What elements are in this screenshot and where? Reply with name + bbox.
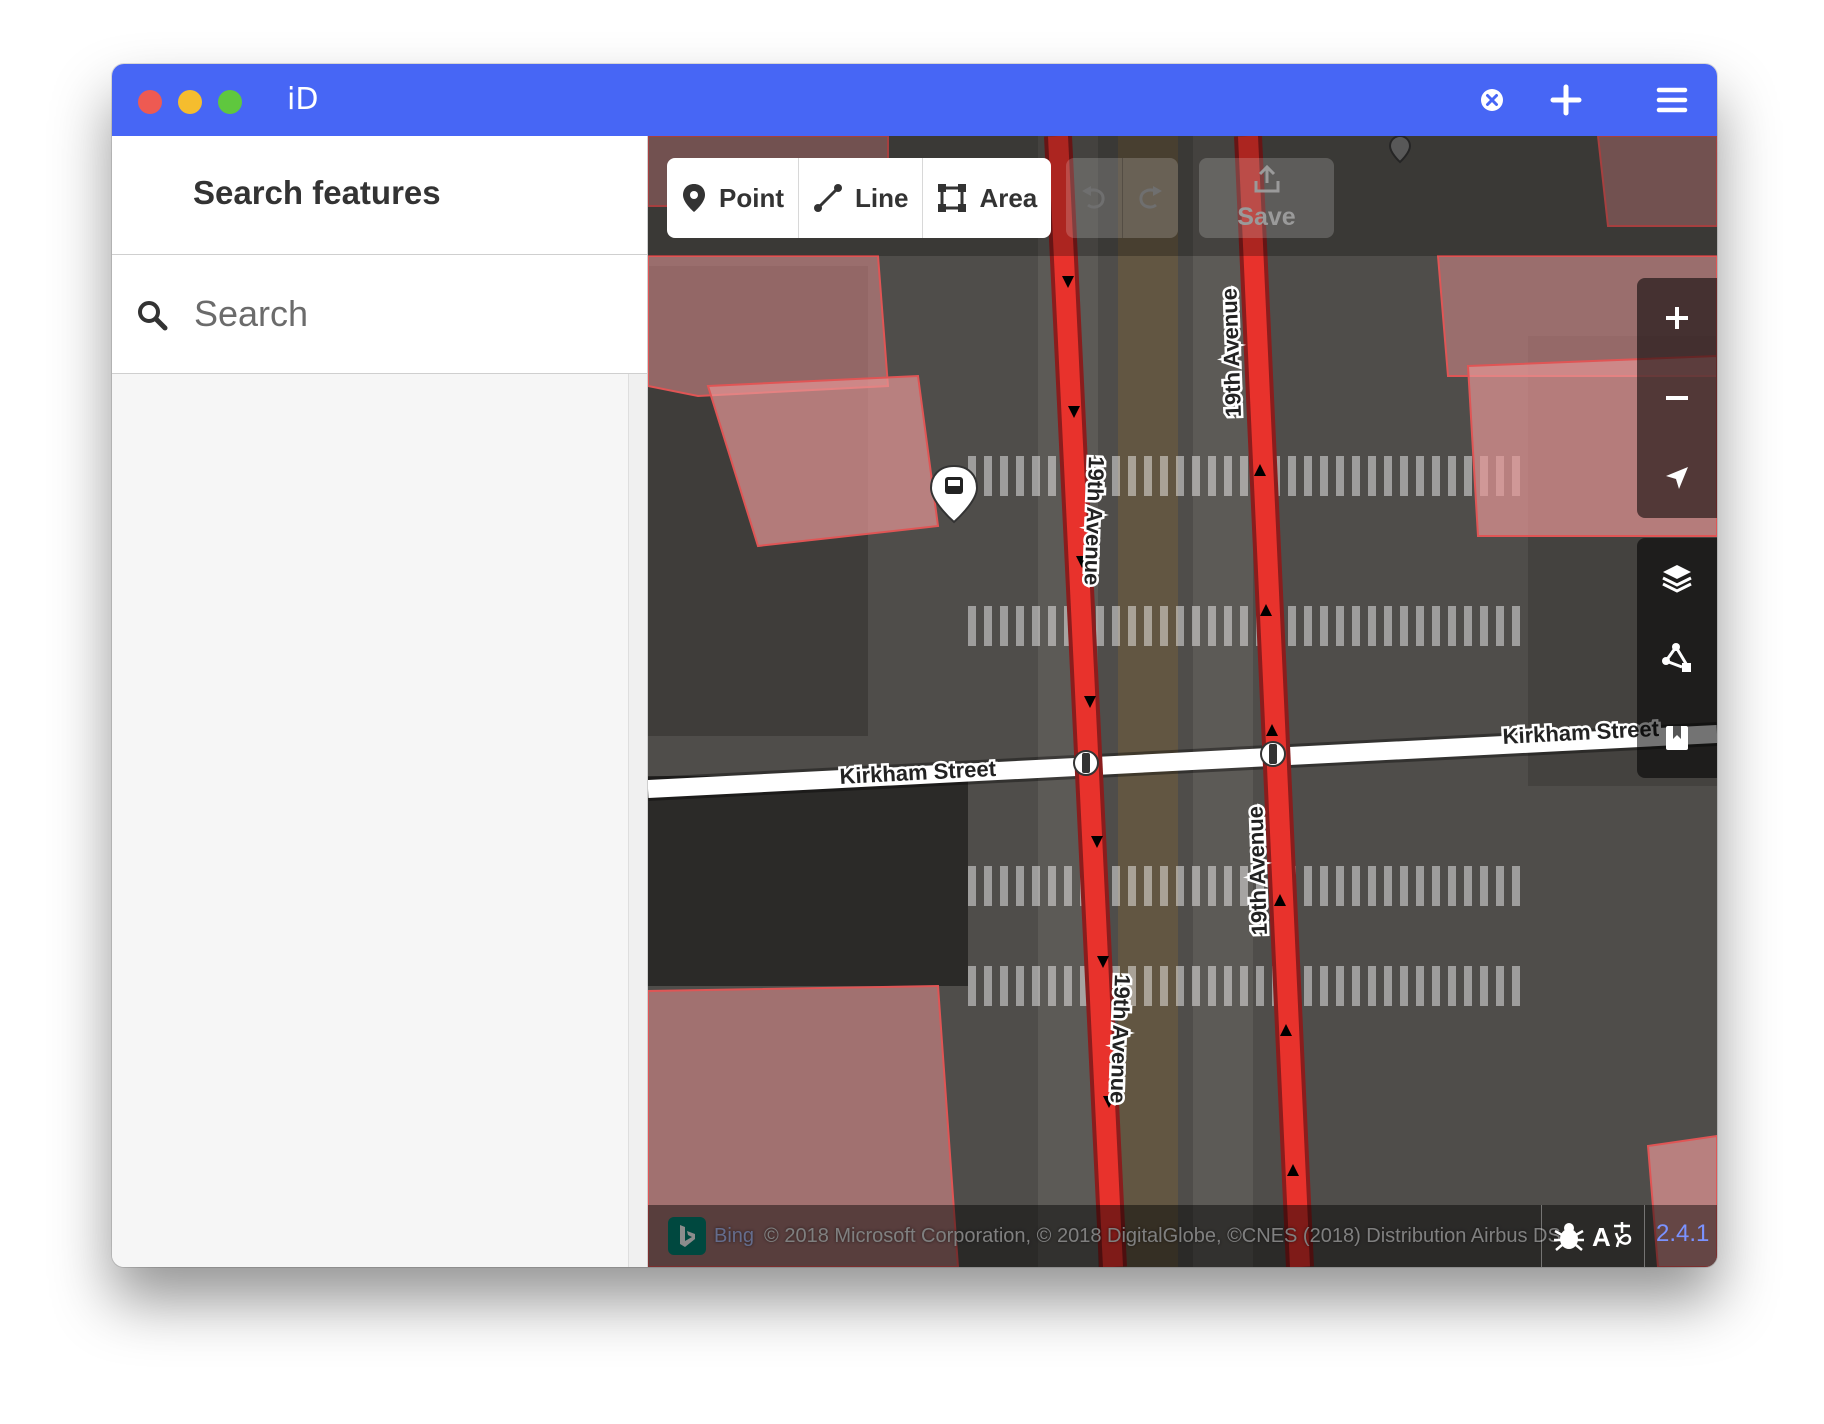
- avenue-label: 19th Avenue: [1079, 456, 1108, 586]
- map-footer: A 2.4.1: [648, 1205, 1717, 1267]
- zoom-controls: [1637, 278, 1717, 518]
- add-line-button[interactable]: Line: [799, 158, 924, 238]
- undo-icon: [1081, 186, 1105, 209]
- history-group: [1066, 158, 1178, 238]
- map-view[interactable]: Kirkham Street Kirkham Street 19th Avenu…: [648, 136, 1717, 1267]
- point-icon: [683, 184, 705, 212]
- menu-icon[interactable]: [1654, 82, 1690, 118]
- add-area-label: Area: [979, 182, 1038, 213]
- sidebar: Search features: [112, 136, 648, 1267]
- add-line-label: Line: [855, 182, 909, 213]
- translate-icon[interactable]: A: [1592, 1219, 1634, 1253]
- layers-icon: [1662, 565, 1692, 593]
- minus-icon: [1666, 396, 1688, 400]
- avenue-label: 19th Avenue: [1243, 806, 1272, 936]
- svg-text:A: A: [1592, 1222, 1611, 1252]
- avenue-label: 19th Avenue: [1105, 974, 1134, 1104]
- save-label: Save: [1237, 203, 1296, 231]
- geolocate-button[interactable]: [1637, 438, 1717, 518]
- redo-icon: [1139, 186, 1163, 209]
- feature-search: [112, 255, 647, 374]
- bug-icon[interactable]: [1552, 1219, 1586, 1253]
- data-icon: [1662, 643, 1691, 672]
- undo-button[interactable]: [1066, 158, 1123, 238]
- footer-tools: A: [1541, 1205, 1645, 1267]
- sidebar-header: Search features: [112, 136, 647, 255]
- add-area-button[interactable]: Area: [923, 158, 1051, 238]
- top-toolbar: Point Line Area Save: [648, 136, 1717, 256]
- title-bar: iD: [112, 64, 1717, 136]
- plus-icon[interactable]: [1548, 82, 1584, 118]
- app-window: iD Search features Search Kirkham Street…: [112, 64, 1717, 1267]
- location-arrow-icon: [1666, 467, 1688, 489]
- search-icon: [138, 301, 168, 331]
- traffic-signal-icon[interactable]: [1260, 741, 1286, 767]
- window-minimize-button[interactable]: [178, 90, 202, 114]
- search-input[interactable]: [192, 285, 626, 343]
- traffic-signal-icon[interactable]: [1073, 750, 1099, 776]
- panel-controls: [1637, 538, 1717, 778]
- add-point-label: Point: [719, 182, 784, 213]
- app-title: iD: [287, 82, 319, 117]
- close-circle-icon[interactable]: [1474, 82, 1510, 118]
- building[interactable]: [648, 255, 890, 398]
- draw-mode-group: Point Line Area: [667, 158, 1052, 238]
- plus-icon: [1666, 307, 1688, 329]
- line-icon: [814, 184, 842, 212]
- upload-icon: [1254, 164, 1279, 193]
- redo-button[interactable]: [1123, 158, 1179, 238]
- map-canvas[interactable]: Kirkham Street Kirkham Street 19th Avenu…: [648, 136, 1717, 1267]
- help-button[interactable]: [1637, 698, 1717, 778]
- window-close-button[interactable]: [138, 90, 162, 114]
- area-icon: [938, 184, 967, 212]
- add-point-button[interactable]: Point: [667, 158, 799, 238]
- zoom-in-button[interactable]: [1637, 278, 1717, 358]
- sidebar-scrollbar[interactable]: [628, 374, 647, 1267]
- help-book-icon: [1666, 726, 1688, 750]
- version-label[interactable]: 2.4.1: [1656, 1220, 1709, 1248]
- avenue-label: 19th Avenue: [1217, 288, 1246, 418]
- zoom-out-button[interactable]: [1637, 358, 1717, 438]
- sidebar-title: Search features: [193, 174, 441, 211]
- background-pane-button[interactable]: [1637, 538, 1717, 618]
- window-maximize-button[interactable]: [218, 90, 242, 114]
- map-data-pane-button[interactable]: [1637, 618, 1717, 698]
- save-button[interactable]: Save: [1199, 158, 1334, 238]
